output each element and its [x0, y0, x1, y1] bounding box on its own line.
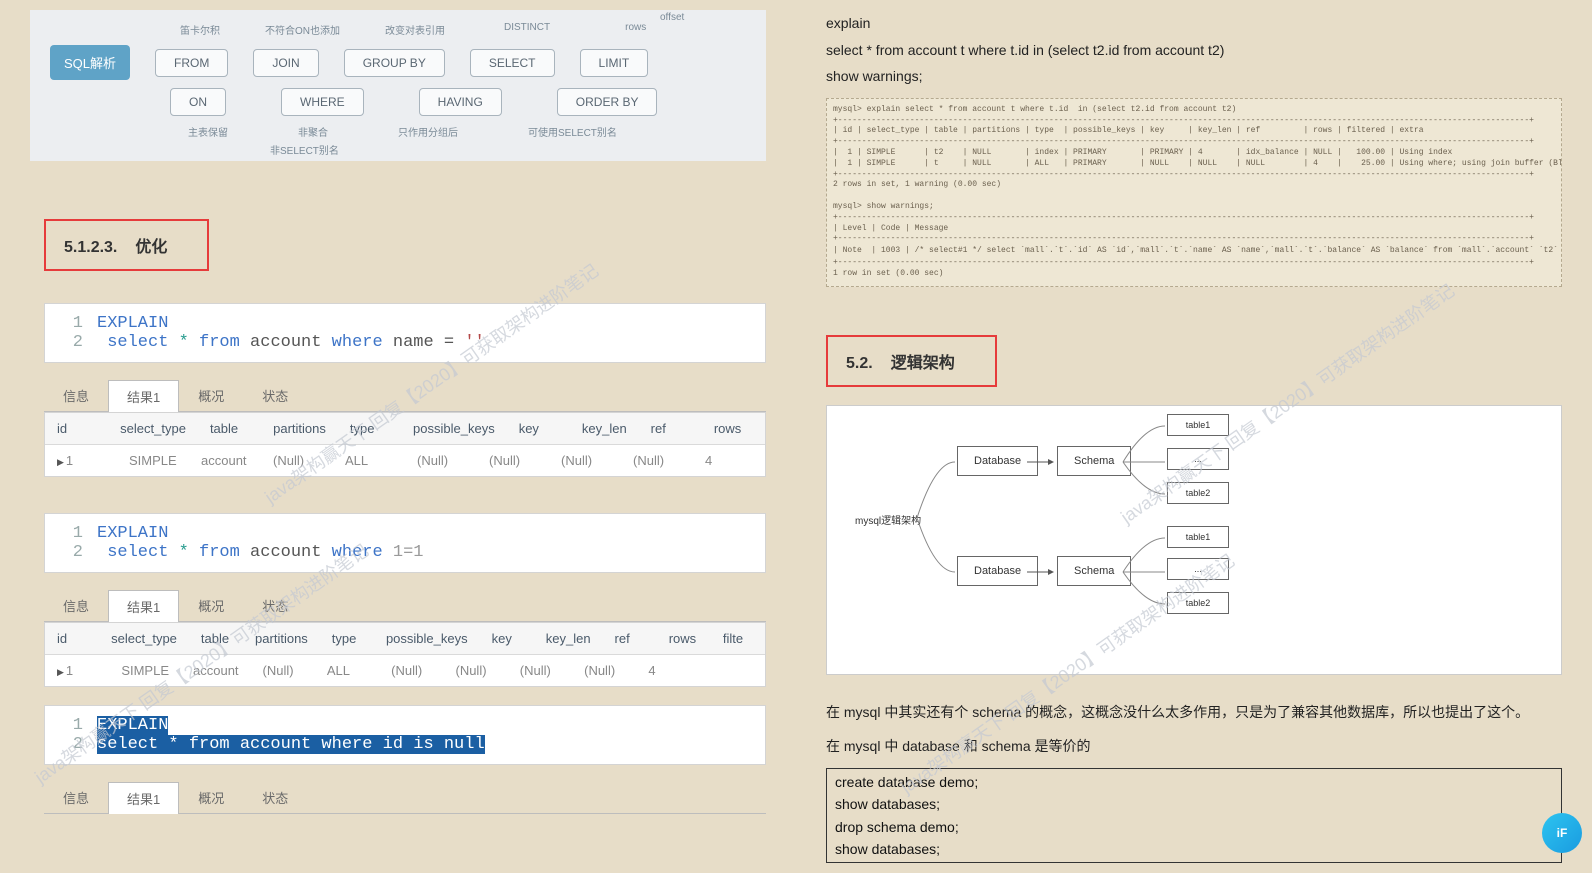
sql-commands-box: create database demo; show databases; dr… — [826, 768, 1562, 864]
sql-root-box: SQL解析 — [50, 45, 130, 80]
paragraph-2: 在 mysql 中 database 和 schema 是等价的 — [826, 733, 1562, 760]
result-tabs-2: 信息 结果1 概况 状态 — [44, 589, 766, 622]
paragraph-1: 在 mysql 中其实还有个 schema 的概念，这概念没什么太多作用，只是为… — [826, 699, 1562, 726]
sql-editor-1: 1EXPLAIN 2 select * from account where n… — [44, 303, 766, 363]
section-heading-left: 5.1.2.3.优化 — [44, 219, 209, 271]
result-table-2: id select_type table partitions type pos… — [44, 622, 766, 687]
result-tabs-3: 信息 结果1 概况 状态 — [44, 781, 766, 814]
sql-editor-2: 1EXPLAIN 2 select * from account where 1… — [44, 513, 766, 573]
mysql-terminal: mysql> explain select * from account t w… — [826, 98, 1562, 287]
chat-icon[interactable]: iF — [1542, 813, 1582, 853]
section-heading-right: 5.2.逻辑架构 — [826, 335, 997, 387]
logic-architecture-diagram: mysql逻辑架构 Database Schema table1 ... tab… — [826, 405, 1562, 675]
sql-editor-3: 1EXPLAIN 2select * from account where id… — [44, 705, 766, 765]
result-tabs-1: 信息 结果1 概况 状态 — [44, 379, 766, 412]
result-table-1: id select_type table partitions type pos… — [44, 412, 766, 477]
sql-parse-diagram: offset 笛卡尔积 不符合ON也添加 改变对表引用 DISTINCT row… — [30, 10, 766, 161]
right-sql-block: explain select * from account t where t.… — [826, 10, 1562, 90]
